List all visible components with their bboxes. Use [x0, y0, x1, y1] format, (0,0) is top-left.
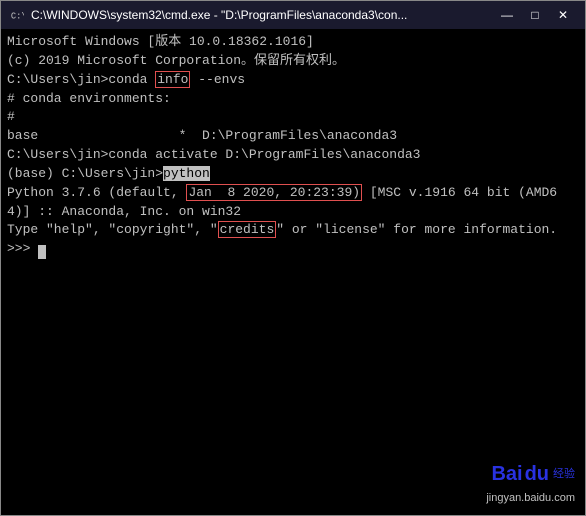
title-bar: C:\ C:\WINDOWS\system32\cmd.exe - "D:\Pr… — [1, 1, 585, 29]
watermark-url: jingyan.baidu.com — [486, 491, 575, 507]
terminal-line-16: >>> — [7, 240, 579, 259]
minimize-button[interactable]: — — [493, 1, 521, 29]
info-highlight: info — [155, 71, 190, 88]
terminal-line-7: base * D:\ProgramFiles\anaconda3 — [7, 127, 579, 146]
terminal-line-15: Type "help", "copyright", "credits" or "… — [7, 221, 579, 240]
terminal-body[interactable]: Microsoft Windows [版本 10.0.18362.1016] (… — [1, 29, 585, 515]
terminal-line-4: C:\Users\jin>conda info --envs — [7, 71, 579, 90]
baidu-text2: du — [525, 460, 549, 489]
terminal-line-5: # conda environments: — [7, 90, 579, 109]
python-command-highlight: python — [163, 166, 210, 181]
credits-highlight: credits — [218, 221, 277, 238]
terminal-line-10: C:\Users\jin>conda activate D:\ProgramFi… — [7, 146, 579, 165]
cmd-window: C:\ C:\WINDOWS\system32\cmd.exe - "D:\Pr… — [0, 0, 586, 516]
date-highlight: Jan 8 2020, 20:23:39) — [186, 184, 362, 201]
terminal-line-14: 4)] :: Anaconda, Inc. on win32 — [7, 203, 579, 222]
terminal-line-1: Microsoft Windows [版本 10.0.18362.1016] — [7, 33, 579, 52]
terminal-cursor — [38, 245, 46, 259]
watermark: Bai du 经验 jingyan.baidu.com — [486, 460, 575, 507]
close-button[interactable]: ✕ — [549, 1, 577, 29]
maximize-button[interactable]: □ — [521, 1, 549, 29]
terminal-line-13: Python 3.7.6 (default, Jan 8 2020, 20:23… — [7, 184, 579, 203]
terminal-line-2: (c) 2019 Microsoft Corporation。保留所有权利。 — [7, 52, 579, 71]
cmd-icon: C:\ — [9, 7, 25, 23]
terminal-line-6: # — [7, 108, 579, 127]
baidu-logo: Bai du 经验 — [491, 460, 575, 489]
baidu-jingyan: 经验 — [553, 467, 575, 483]
window-title: C:\WINDOWS\system32\cmd.exe - "D:\Progra… — [31, 8, 493, 22]
baidu-text: Bai — [491, 460, 522, 489]
terminal-line-12: (base) C:\Users\jin>python — [7, 165, 579, 184]
window-controls: — □ ✕ — [493, 1, 577, 29]
svg-text:C:\: C:\ — [11, 12, 24, 22]
